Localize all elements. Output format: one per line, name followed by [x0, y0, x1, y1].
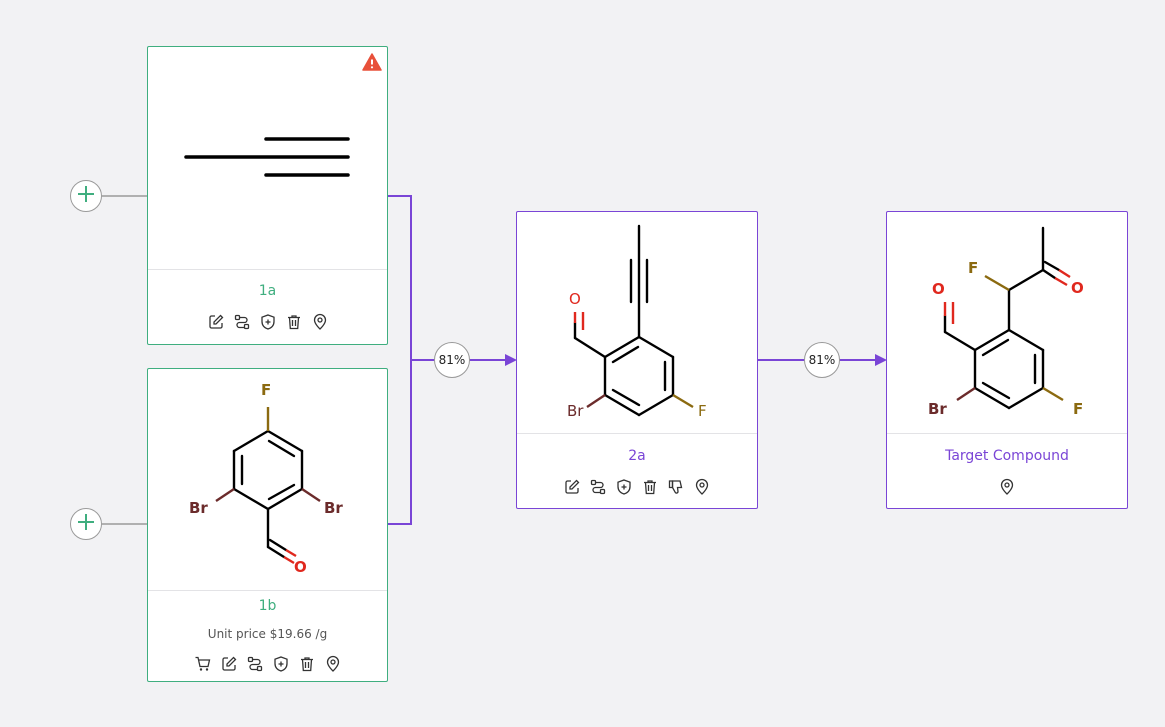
plus-icon	[76, 184, 96, 208]
atom-label-f: F	[698, 402, 707, 420]
atom-label-o: O	[932, 280, 945, 298]
compound-card-1a[interactable]: 1a	[147, 46, 388, 345]
edit-icon[interactable]	[563, 478, 581, 496]
compound-label[interactable]: 1a	[148, 283, 387, 299]
atom-label-o: O	[569, 290, 581, 308]
atom-label-br: Br	[567, 402, 584, 420]
compound-label[interactable]: Target Compound	[887, 448, 1127, 464]
atom-label-br: Br	[928, 400, 947, 418]
atom-label-br: Br	[189, 499, 208, 517]
compound-label[interactable]: 1b	[148, 598, 387, 614]
compound-label[interactable]: 2a	[517, 448, 757, 464]
unit-price: Unit price $19.66 /g	[207, 627, 328, 641]
compound-card-2a[interactable]: O Br F 2a	[516, 211, 758, 509]
plus-icon	[76, 512, 96, 536]
card-footer	[887, 433, 1127, 434]
trash-icon[interactable]	[285, 313, 303, 331]
reaction-yield-badge-2[interactable]: 81%	[804, 342, 840, 378]
card-footer	[148, 269, 387, 270]
reaction-yield-badge-1[interactable]: 81%	[434, 342, 470, 378]
location-pin-icon[interactable]	[693, 478, 711, 496]
card-actions	[148, 313, 387, 331]
add-precursor-button-1a[interactable]	[70, 180, 102, 212]
card-footer	[517, 433, 757, 434]
trash-icon[interactable]	[641, 478, 659, 496]
route-canvas: 81% 81% 1a F Br Br O 1b Unit price $19.6…	[0, 0, 1165, 727]
molecule-structure-target: F O O Br F	[887, 212, 1127, 434]
molecule-structure-1a	[148, 47, 387, 269]
location-pin-icon[interactable]	[998, 478, 1016, 496]
yield-value: 81%	[808, 353, 836, 367]
compound-card-target[interactable]: F O O Br F Target Compound	[886, 211, 1128, 509]
atom-label-f: F	[968, 259, 979, 277]
card-actions	[517, 478, 757, 496]
card-actions	[887, 478, 1127, 496]
location-pin-icon[interactable]	[311, 313, 329, 331]
atom-label-o: O	[1071, 279, 1084, 297]
atom-label-br: Br	[324, 499, 343, 517]
molecule-structure-2a: O Br F	[517, 212, 757, 434]
atom-label-f: F	[261, 381, 272, 399]
thumbs-down-icon[interactable]	[667, 478, 685, 496]
add-precursor-button-1b[interactable]	[70, 508, 102, 540]
shield-plus-icon[interactable]	[259, 313, 277, 331]
card-actions	[148, 655, 387, 673]
route-icon[interactable]	[246, 655, 264, 673]
shield-plus-icon[interactable]	[272, 655, 290, 673]
atom-label-f: F	[1073, 400, 1084, 418]
yield-value: 81%	[438, 353, 466, 367]
edit-icon[interactable]	[220, 655, 238, 673]
route-icon[interactable]	[589, 478, 607, 496]
shield-plus-icon[interactable]	[615, 478, 633, 496]
route-icon[interactable]	[233, 313, 251, 331]
card-footer	[148, 590, 387, 591]
atom-label-o: O	[294, 558, 307, 576]
trash-icon[interactable]	[298, 655, 316, 673]
compound-card-1b[interactable]: F Br Br O 1b Unit price $19.66 /g	[147, 368, 388, 682]
molecule-structure-1b: F Br Br O	[148, 369, 387, 591]
location-pin-icon[interactable]	[324, 655, 342, 673]
cart-icon[interactable]	[194, 655, 212, 673]
edit-icon[interactable]	[207, 313, 225, 331]
